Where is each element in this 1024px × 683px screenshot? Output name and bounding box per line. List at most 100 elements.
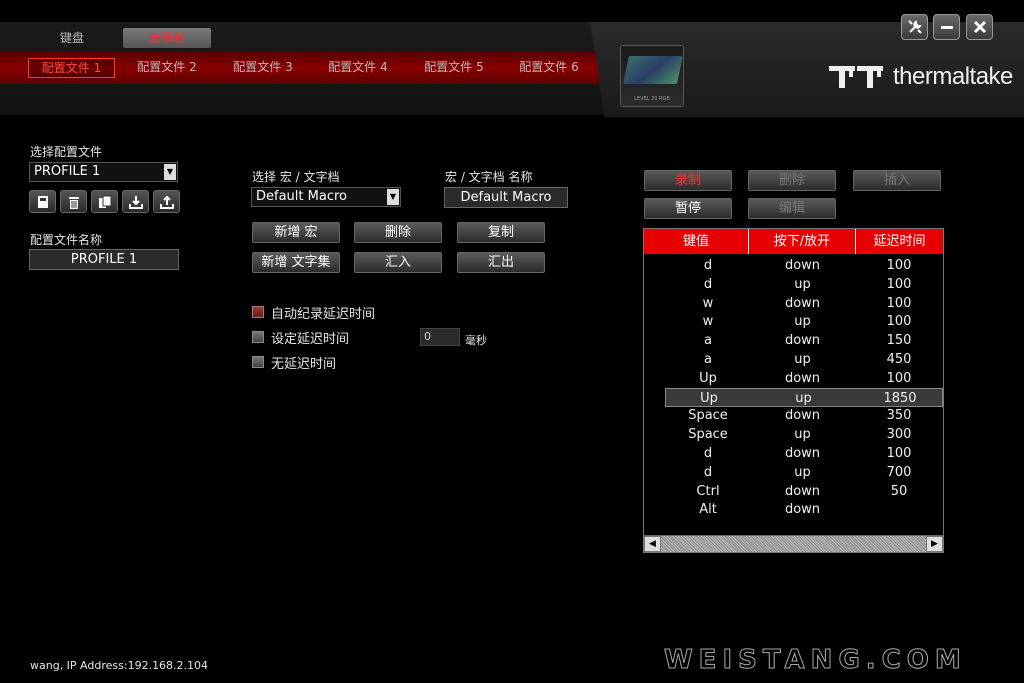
cell-action: down: [784, 258, 821, 273]
copy-profile-button[interactable]: [91, 190, 118, 213]
record-button[interactable]: 录制: [644, 170, 732, 191]
profile-tab-6[interactable]: 配置文件 6: [506, 58, 592, 78]
profile-name-label: 配置文件名称: [30, 233, 103, 247]
close-button[interactable]: [966, 14, 993, 40]
table-row[interactable]: a down 150: [644, 331, 943, 350]
table-row[interactable]: d up 100: [644, 275, 943, 294]
delay-unit-label: 毫秒: [465, 334, 487, 347]
close-icon: [973, 20, 987, 39]
macro-name-label: 宏 / 文字档 名称: [445, 170, 533, 184]
table-row[interactable]: Space down 350: [644, 406, 943, 425]
cell-delay: 100: [886, 258, 912, 273]
auto-record-delay-label: 自动纪录延迟时间: [271, 307, 376, 322]
tab-keyboard[interactable]: 键盘: [40, 28, 104, 48]
table-row[interactable]: w up 100: [644, 312, 943, 331]
profile-name-field[interactable]: PROFILE 1: [29, 249, 179, 270]
column-header-delay: 延迟时间: [856, 229, 943, 254]
macro-name-field[interactable]: Default Macro: [444, 187, 568, 208]
copy-macro-button[interactable]: 复制: [457, 222, 545, 243]
delete-key-button[interactable]: 删除: [748, 170, 836, 191]
chevron-down-icon: ▼: [164, 164, 176, 180]
delete-macro-button[interactable]: 删除: [354, 222, 442, 243]
import-profile-button[interactable]: [122, 190, 149, 213]
cell-action: down: [784, 295, 821, 311]
watermark: WEISTANG.COM: [664, 645, 967, 676]
cell-delay: 300: [886, 427, 912, 443]
save-icon: [38, 196, 48, 208]
profile-tab-1[interactable]: 配置文件 1: [28, 58, 115, 78]
cell-action: up: [794, 464, 811, 480]
cell-delay: 100: [886, 370, 912, 386]
profile-tab-3[interactable]: 配置文件 3: [220, 58, 306, 78]
profile-tab-4[interactable]: 配置文件 4: [315, 58, 401, 78]
new-macro-button[interactable]: 新增 宏: [252, 222, 340, 243]
profile-select-value: PROFILE 1: [34, 164, 101, 179]
column-header-key: 键值: [644, 229, 749, 254]
cell-delay: 100: [886, 295, 912, 311]
scroll-right-icon[interactable]: ▶: [926, 536, 943, 552]
cell-delay: 350: [886, 408, 912, 424]
delay-input[interactable]: 0: [420, 328, 460, 346]
cell-action: down: [784, 370, 821, 386]
macro-select[interactable]: Default Macro ▼: [251, 187, 401, 207]
keyboard-image: [623, 56, 683, 84]
macro-key-table[interactable]: 键值 按下/放开 延迟时间 d down 100 d up 100 w down 100 w up 1…: [643, 228, 944, 553]
cell-action: up: [794, 352, 811, 367]
macro-select-value: Default Macro: [256, 189, 347, 204]
new-text-set-button[interactable]: 新增 文字集: [252, 252, 340, 273]
chevron-down-icon: ▼: [387, 189, 399, 205]
upload-icon: [160, 195, 174, 209]
brand-name: thermaltake: [893, 63, 1013, 90]
edit-key-button[interactable]: 编辑: [748, 198, 836, 219]
table-row[interactable]: Up up 1850: [665, 387, 943, 407]
cell-delay: 50: [890, 483, 908, 499]
profile-tab-5[interactable]: 配置文件 5: [411, 58, 497, 78]
insert-key-button[interactable]: 插入: [853, 170, 941, 191]
export-profile-button[interactable]: [153, 190, 180, 213]
tab-macro[interactable]: 宏录制: [123, 28, 211, 48]
cell-action: down: [784, 483, 821, 499]
minimize-button[interactable]: [933, 14, 960, 40]
auto-record-delay-checkbox[interactable]: [252, 306, 264, 318]
cell-delay: 150: [886, 333, 912, 349]
delete-profile-button[interactable]: [60, 190, 87, 213]
table-row[interactable]: d down 100: [644, 444, 943, 463]
no-delay-label: 无延迟时间: [271, 357, 337, 372]
table-row[interactable]: d up 700: [644, 463, 943, 482]
device-thumbnail[interactable]: LEVEL 20 RGB: [620, 45, 684, 107]
export-macro-button[interactable]: 汇出: [457, 252, 545, 273]
table-row[interactable]: Ctrl down 50: [644, 482, 943, 501]
device-label: LEVEL 20 RGB: [634, 96, 670, 102]
scroll-left-icon[interactable]: ◀: [644, 536, 661, 552]
table-row[interactable]: Alt down: [644, 500, 943, 519]
cell-delay: 100: [886, 276, 912, 292]
status-text: wang, IP Address:192.168.2.104: [30, 659, 209, 672]
copy-icon: [99, 195, 112, 208]
table-row[interactable]: Up down 100: [644, 369, 943, 388]
thermaltake-logo-icon: [829, 66, 883, 88]
table-row[interactable]: w down 100: [644, 294, 943, 313]
save-profile-button[interactable]: [29, 190, 56, 213]
table-row[interactable]: Space up 300: [644, 425, 943, 444]
trash-icon: [69, 197, 79, 209]
wrench-icon: [907, 20, 923, 39]
table-row[interactable]: d down 100: [644, 256, 943, 275]
cell-action: down: [784, 446, 821, 461]
horizontal-scrollbar[interactable]: ◀ ▶: [644, 535, 943, 552]
no-delay-checkbox[interactable]: [252, 356, 264, 368]
cell-action: down: [784, 408, 821, 424]
cell-action: down: [784, 502, 821, 518]
cell-delay: 700: [886, 464, 912, 480]
import-macro-button[interactable]: 汇入: [354, 252, 442, 273]
cell-action: up: [794, 314, 811, 330]
cell-delay: 100: [886, 314, 912, 330]
select-profile-label: 选择配置文件: [30, 145, 103, 159]
set-delay-checkbox[interactable]: [252, 331, 264, 343]
cell-delay: 450: [886, 352, 912, 367]
cell-action: up: [795, 390, 812, 406]
settings-button[interactable]: [901, 14, 928, 40]
table-row[interactable]: a up 450: [644, 350, 943, 369]
profile-tab-2[interactable]: 配置文件 2: [124, 58, 210, 78]
pause-button[interactable]: 暂停: [644, 198, 732, 219]
profile-select[interactable]: PROFILE 1 ▼: [29, 162, 178, 182]
